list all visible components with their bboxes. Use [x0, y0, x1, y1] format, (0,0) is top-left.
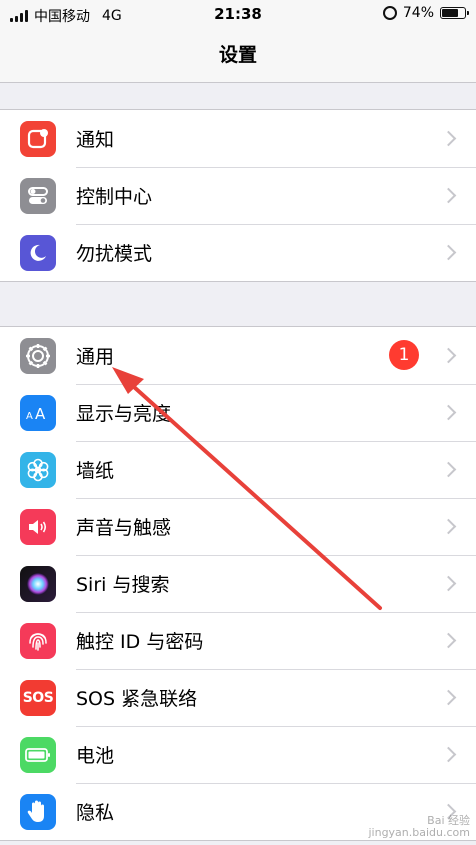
signal-strength-icon — [10, 10, 28, 22]
control-center-icon — [20, 177, 56, 214]
notification-badge: 1 — [389, 340, 419, 370]
settings-group-2: 通用 1 A A 显示与亮度 墙纸 声音与触感 Siri 与搜索 触控 ID 与… — [0, 326, 476, 841]
rotation-lock-icon — [382, 6, 397, 20]
settings-row-emergency-sos[interactable]: SOS SOS 紧急联络 — [0, 669, 476, 727]
settings-row-battery[interactable]: 电池 — [0, 726, 476, 784]
watermark-url: jingyan.baidu.com — [368, 826, 470, 839]
settings-row-label: 勿扰模式 — [76, 243, 153, 265]
chevron-right-icon — [440, 244, 457, 261]
settings-row-label: 通用 — [76, 345, 115, 368]
settings-row-label: 控制中心 — [76, 185, 153, 208]
chevron-right-icon — [440, 347, 457, 363]
hand-icon — [20, 793, 56, 830]
status-bar: 中国移动 4G 21:38 74% — [0, 0, 476, 30]
moon-icon — [20, 234, 56, 271]
settings-group-1: 通知 控制中心 勿扰模式 — [0, 109, 476, 282]
speaker-icon — [20, 508, 56, 545]
settings-row-touch-id-passcode[interactable]: 触控 ID 与密码 — [0, 612, 476, 670]
settings-row-siri-search[interactable]: Siri 与搜索 — [0, 555, 476, 613]
notifications-icon — [20, 120, 56, 157]
nav-bar: 设置 — [0, 30, 476, 83]
settings-row-do-not-disturb[interactable]: 勿扰模式 — [0, 224, 476, 281]
settings-row-general[interactable]: 通用 1 — [0, 327, 476, 385]
settings-row-label: 触控 ID 与密码 — [76, 630, 204, 653]
sos-icon-text: SOS — [22, 689, 54, 706]
settings-row-label: 墙纸 — [76, 459, 115, 482]
wallpaper-icon — [20, 451, 56, 488]
display-brightness-icon: A A — [20, 394, 56, 431]
settings-row-label: 电池 — [76, 744, 115, 767]
chevron-right-icon — [440, 632, 457, 648]
battery-icon — [20, 736, 56, 773]
settings-row-label: 显示与亮度 — [76, 402, 172, 425]
gear-icon — [20, 337, 56, 374]
page-title: 设置 — [218, 44, 257, 66]
svg-text:A: A — [35, 405, 46, 423]
svg-text:A: A — [26, 411, 33, 422]
settings-row-label: 通知 — [76, 128, 115, 151]
network-type: 4G — [102, 8, 122, 24]
settings-row-label: SOS 紧急联络 — [76, 687, 198, 710]
status-left: 中国移动 4G — [10, 6, 122, 26]
chevron-right-icon — [440, 404, 457, 420]
battery-fill — [442, 9, 459, 17]
status-time: 21:38 — [214, 5, 262, 23]
chevron-right-icon — [440, 575, 457, 591]
chevron-right-icon — [440, 130, 457, 146]
settings-row-sounds-haptics[interactable]: 声音与触感 — [0, 498, 476, 556]
chevron-right-icon — [440, 746, 457, 762]
settings-row-notifications[interactable]: 通知 — [0, 110, 476, 168]
siri-icon — [20, 565, 56, 602]
chevron-right-icon — [440, 518, 457, 534]
chevron-right-icon — [440, 187, 457, 203]
carrier-name: 中国移动 — [34, 9, 90, 25]
settings-row-display-brightness[interactable]: A A 显示与亮度 — [0, 384, 476, 442]
chevron-right-icon — [440, 689, 457, 705]
battery-icon — [440, 7, 469, 19]
fingerprint-icon — [20, 622, 56, 659]
chevron-right-icon — [440, 461, 457, 477]
settings-row-label: Siri 与搜索 — [76, 573, 170, 596]
settings-row-control-center[interactable]: 控制中心 — [0, 167, 476, 225]
sos-icon: SOS — [20, 679, 56, 716]
battery-percent: 74% — [402, 5, 434, 21]
watermark: Bai 经验 jingyan.baidu.com — [368, 815, 470, 839]
settings-row-label: 声音与触感 — [76, 516, 172, 539]
status-right: 74% — [382, 5, 469, 21]
settings-row-wallpaper[interactable]: 墙纸 — [0, 441, 476, 499]
